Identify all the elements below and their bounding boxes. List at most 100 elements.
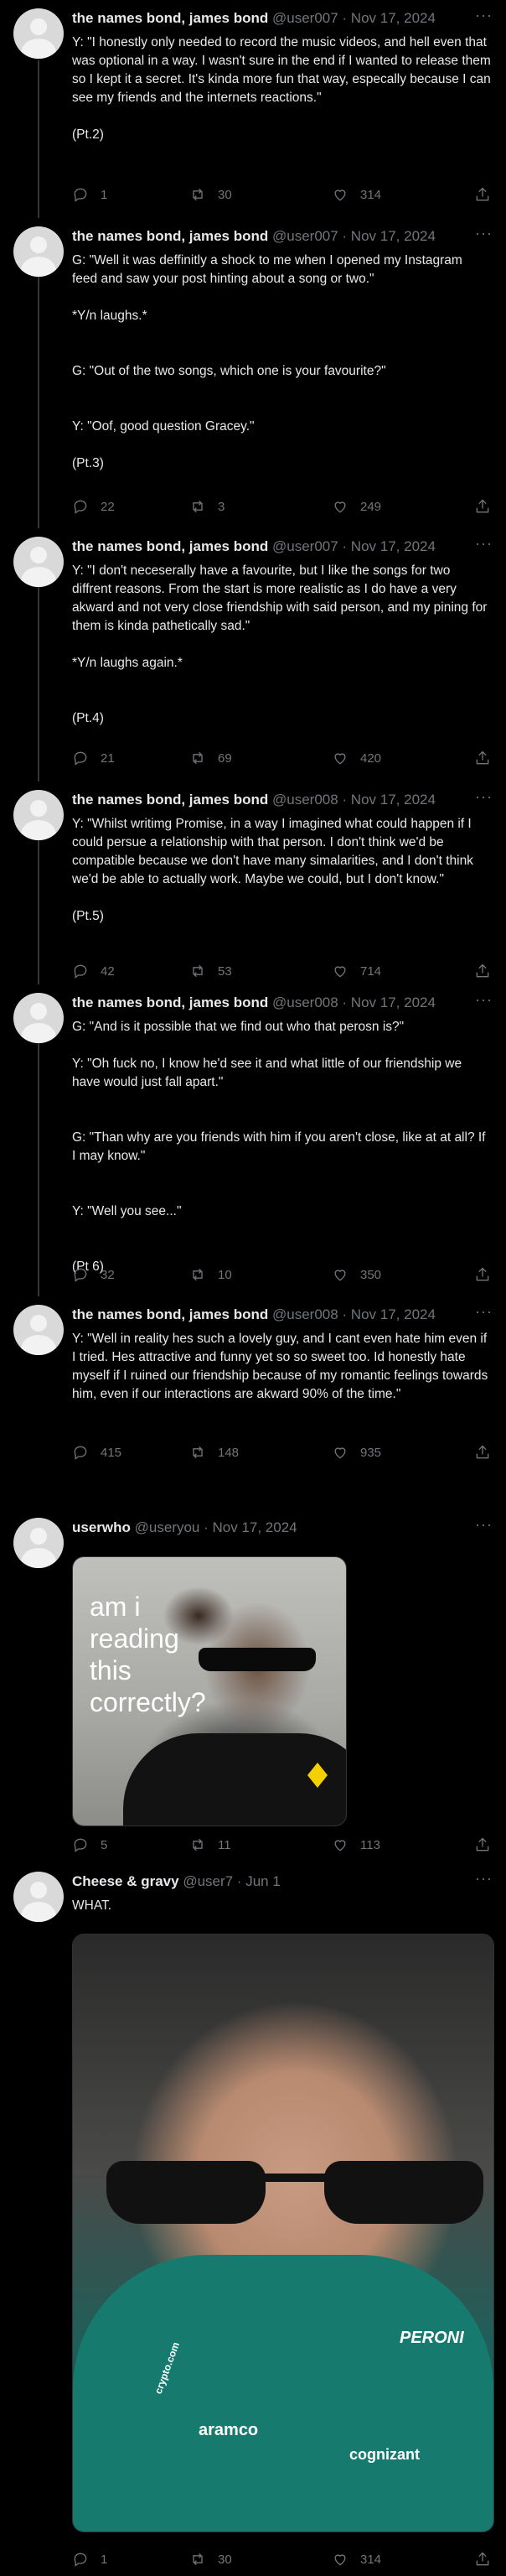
reply-icon — [74, 188, 87, 202]
tweet-header: userwho @useryou · Nov 17, 2024 — [72, 1519, 467, 1536]
share-icon — [476, 2552, 489, 2566]
like-button[interactable]: 249 — [332, 498, 381, 515]
avatar[interactable] — [13, 226, 64, 277]
like-button[interactable]: 350 — [332, 1266, 381, 1283]
tweet-text: Y: "Well in reality hes such a lovely gu… — [72, 1332, 488, 1401]
sunglasses-bridge — [261, 2174, 328, 2182]
heart-icon — [334, 190, 346, 201]
retweet-button[interactable]: 30 — [189, 186, 232, 203]
thread-line — [38, 1003, 39, 1296]
share-button[interactable] — [474, 963, 491, 979]
reply-button[interactable]: 415 — [72, 1444, 121, 1461]
share-button[interactable] — [474, 2551, 491, 2568]
handle-and-date[interactable]: @user008 · Nov 17, 2024 — [272, 995, 436, 1010]
tweet-text: Y: "I honestly only needed to record the… — [72, 35, 491, 142]
like-button[interactable]: 935 — [332, 1444, 381, 1461]
share-icon — [476, 750, 489, 765]
display-name[interactable]: the names bond, james bond — [72, 538, 268, 554]
share-icon — [476, 1267, 489, 1281]
more-options-icon[interactable]: ··· — [475, 1516, 493, 1534]
avatar[interactable] — [13, 537, 64, 587]
display-name[interactable]: the names bond, james bond — [72, 995, 268, 1010]
heart-icon — [334, 1270, 346, 1281]
display-name[interactable]: Cheese & gravy — [72, 1873, 179, 1889]
share-button[interactable] — [474, 186, 491, 203]
like-count: 714 — [360, 963, 382, 979]
more-options-icon[interactable]: ··· — [475, 535, 493, 553]
handle-and-date[interactable]: @user007 · Nov 17, 2024 — [272, 228, 436, 244]
tweet-header: the names bond, james bond @user007 · No… — [72, 10, 467, 27]
share-button[interactable] — [474, 1266, 491, 1283]
handle-and-date[interactable]: @user008 · Nov 17, 2024 — [272, 792, 436, 808]
handle-and-date[interactable]: @useryou · Nov 17, 2024 — [135, 1519, 297, 1535]
avatar[interactable] — [13, 8, 64, 59]
retweet-button[interactable]: 69 — [189, 750, 232, 766]
reply-button[interactable]: 1 — [72, 186, 107, 203]
like-button[interactable]: 314 — [332, 186, 381, 203]
share-button[interactable] — [474, 498, 491, 515]
reply-button[interactable]: 32 — [72, 1266, 115, 1283]
retweet-button[interactable]: 148 — [189, 1444, 239, 1461]
reply-count: 415 — [101, 1445, 122, 1460]
more-options-icon[interactable]: ··· — [475, 1303, 493, 1321]
retweet-button[interactable]: 53 — [189, 963, 232, 979]
display-name[interactable]: the names bond, james bond — [72, 228, 268, 244]
reply-button[interactable]: 1 — [72, 2551, 107, 2568]
like-count: 113 — [360, 1837, 380, 1852]
retweet-count: 30 — [218, 187, 232, 202]
share-icon — [476, 1445, 489, 1459]
reply-button[interactable]: 5 — [72, 1836, 107, 1853]
share-button[interactable] — [474, 1836, 491, 1853]
more-options-icon[interactable]: ··· — [475, 991, 493, 1009]
display-name[interactable]: the names bond, james bond — [72, 792, 268, 808]
tweet-image[interactable]: am i reading this correctly? — [72, 1556, 347, 1826]
avatar[interactable] — [13, 1305, 64, 1355]
avatar[interactable] — [13, 1872, 64, 1922]
reply-icon — [74, 1268, 87, 1282]
display-name[interactable]: the names bond, james bond — [72, 10, 268, 26]
tweet-text: Y: "I don't neceserally have a favourite… — [72, 564, 488, 725]
reply-button[interactable]: 21 — [72, 750, 115, 766]
avatar[interactable] — [13, 1518, 64, 1568]
avatar[interactable] — [13, 993, 64, 1043]
retweet-count: 10 — [218, 1267, 232, 1282]
heart-icon — [334, 1447, 346, 1459]
tweet-header: the names bond, james bond @user008 · No… — [72, 995, 467, 1011]
tweet-actions: 415 148 935 — [72, 1444, 491, 1464]
reply-count: 21 — [101, 750, 115, 766]
handle-and-date[interactable]: @user7 · Jun 1 — [183, 1873, 280, 1889]
retweet-icon — [193, 188, 203, 201]
sponsor-logo: aramco — [199, 2421, 259, 2439]
handle-and-date[interactable]: @user008 · Nov 17, 2024 — [272, 1306, 436, 1322]
handle-and-date[interactable]: @user007 · Nov 17, 2024 — [272, 538, 436, 554]
like-button[interactable]: 113 — [332, 1836, 380, 1853]
reply-button[interactable]: 22 — [72, 498, 115, 515]
tweet-actions: 1 30 314 — [72, 186, 491, 206]
tweet-text: G: "Well it was deffinitly a shock to me… — [72, 253, 462, 470]
more-options-icon[interactable]: ··· — [475, 225, 493, 242]
more-options-icon[interactable]: ··· — [475, 7, 493, 24]
like-button[interactable]: 420 — [332, 750, 381, 766]
share-icon — [476, 499, 489, 513]
avatar[interactable] — [13, 790, 64, 840]
more-options-icon[interactable]: ··· — [475, 788, 493, 806]
tweet-image[interactable]: PERONI aramco cognizant crypto.com — [72, 1934, 494, 2532]
retweet-count: 148 — [218, 1445, 240, 1460]
display-name[interactable]: the names bond, james bond — [72, 1306, 268, 1322]
share-button[interactable] — [474, 750, 491, 766]
retweet-icon — [193, 964, 203, 978]
thread-line — [38, 236, 39, 528]
display-name[interactable]: userwho — [72, 1519, 131, 1535]
more-options-icon[interactable]: ··· — [475, 1870, 493, 1888]
reply-button[interactable]: 42 — [72, 963, 115, 979]
like-button[interactable]: 714 — [332, 963, 381, 979]
thread-line — [38, 60, 39, 218]
share-button[interactable] — [474, 1444, 491, 1461]
retweet-button[interactable]: 11 — [189, 1836, 231, 1853]
retweet-button[interactable]: 30 — [189, 2551, 232, 2568]
retweet-button[interactable]: 10 — [189, 1266, 232, 1283]
like-button[interactable]: 314 — [332, 2551, 381, 2568]
retweet-button[interactable]: 3 — [189, 498, 225, 515]
handle-and-date[interactable]: @user007 · Nov 17, 2024 — [272, 10, 436, 26]
heart-icon — [334, 966, 346, 978]
